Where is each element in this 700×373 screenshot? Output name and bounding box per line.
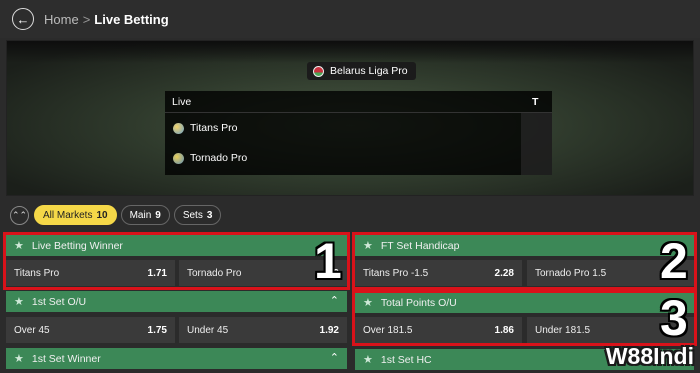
match-hero: Belarus Liga Pro Live T Titans Pro Torna… xyxy=(6,40,694,196)
odds-button[interactable]: Under 45 1.92 xyxy=(179,317,347,343)
market-title: 1st Set O/U xyxy=(31,295,87,308)
scoreboard: Live T Titans Pro Tornado Pro xyxy=(165,91,552,175)
annotation-number-1: 1 xyxy=(314,233,342,289)
team-name: Titans Pro xyxy=(190,122,238,134)
market-title: 1st Set HC xyxy=(380,353,432,366)
tab-label: Main xyxy=(129,209,152,221)
highlight-box-3 xyxy=(352,290,697,346)
selection-label: Under 45 xyxy=(187,324,229,336)
tab-all-markets[interactable]: All Markets 10 xyxy=(34,205,117,225)
back-arrow-icon[interactable]: ← xyxy=(12,8,34,30)
page-title: Live Betting xyxy=(94,11,169,27)
tab-label: All Markets xyxy=(43,209,93,221)
market-header-1st-set-ou[interactable]: ★ 1st Set O/U ⌃ xyxy=(6,291,347,312)
team-row: Titans Pro xyxy=(165,113,552,143)
double-chevron-up-icon[interactable]: ⌃⌃ xyxy=(10,205,29,225)
selection-label: Over 45 xyxy=(14,324,50,336)
top-bar: ← Home > Live Betting xyxy=(0,0,700,38)
live-betting-page: ← Home > Live Betting Belarus Liga Pro L… xyxy=(0,0,700,373)
team-icon xyxy=(173,122,184,134)
team-row: Tornado Pro xyxy=(165,143,552,173)
star-icon[interactable]: ★ xyxy=(14,352,24,365)
total-column-label: T xyxy=(532,96,539,108)
tab-count: 10 xyxy=(96,209,108,221)
breadcrumb-home[interactable]: Home xyxy=(44,12,79,27)
tab-count: 9 xyxy=(155,209,161,221)
league-name: Belarus Liga Pro xyxy=(330,65,408,77)
tab-count: 3 xyxy=(206,209,213,221)
star-icon[interactable]: ★ xyxy=(363,353,373,366)
annotation-number-3: 3 xyxy=(660,290,688,346)
odds-button[interactable]: Over 45 1.75 xyxy=(6,317,175,343)
tab-main[interactable]: Main 9 xyxy=(120,205,170,225)
league-badge[interactable]: Belarus Liga Pro xyxy=(307,62,416,80)
chevron-up-icon[interactable]: ⌃ xyxy=(330,351,339,364)
total-column xyxy=(521,113,552,175)
highlight-box-2 xyxy=(352,232,697,290)
belarus-flag-icon xyxy=(313,65,324,77)
tab-sets[interactable]: Sets 3 xyxy=(173,205,222,225)
market-title: 1st Set Winner xyxy=(31,352,101,365)
market-tabs: ⌃⌃ All Markets 10 Main 9 Sets 3 xyxy=(10,205,225,225)
odds-price: 1.75 xyxy=(147,324,167,336)
team-icon xyxy=(173,152,184,164)
live-label: Live xyxy=(172,95,192,108)
star-icon[interactable]: ★ xyxy=(14,295,24,308)
market-header-1st-set-winner[interactable]: ★ 1st Set Winner ⌃ xyxy=(6,348,347,369)
watermark: W88Indi xyxy=(605,343,694,369)
annotation-number-2: 2 xyxy=(660,233,688,289)
team-name: Tornado Pro xyxy=(190,152,248,164)
highlight-box-1 xyxy=(3,232,350,290)
chevron-up-icon[interactable]: ⌃ xyxy=(330,294,339,307)
tab-label: Sets xyxy=(182,209,203,221)
odds-price: 1.92 xyxy=(319,324,339,336)
scoreboard-header: Live T xyxy=(165,91,552,113)
breadcrumb-separator: > xyxy=(82,11,91,27)
